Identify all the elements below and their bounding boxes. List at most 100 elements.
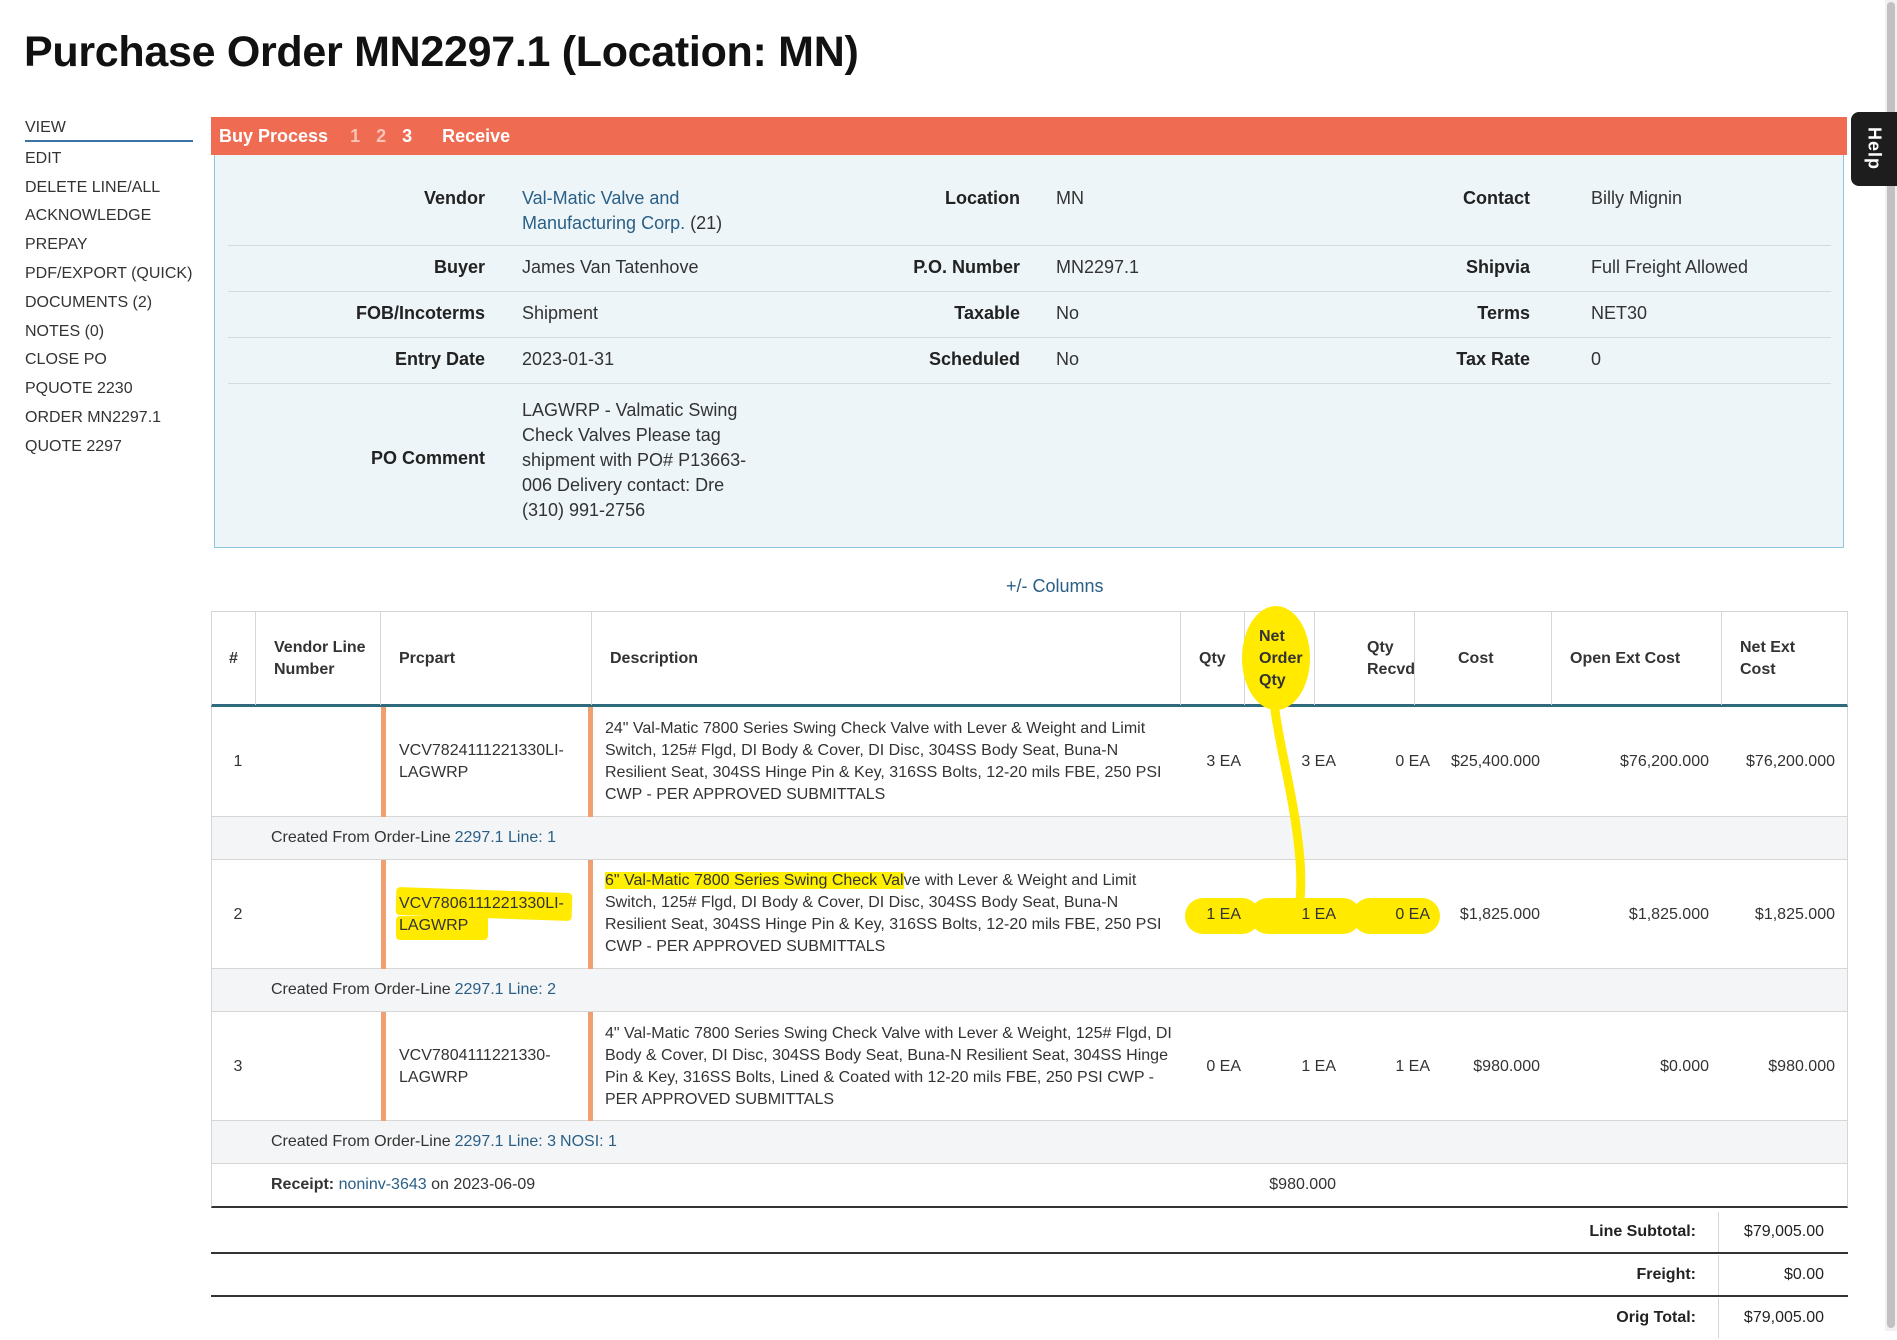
shipvia-label: Shipvia — [1465, 257, 1530, 277]
terms-value: NET30 — [1591, 303, 1648, 323]
sidebar-item-notes[interactable]: NOTES (0) — [25, 320, 193, 349]
open-ext-cost-value: $76,200.000 — [1620, 753, 1709, 770]
shipvia-value: Full Freight Allowed — [1591, 257, 1749, 277]
sidebar-item-quote[interactable]: QUOTE 2297 — [25, 435, 193, 464]
qty-value: 1 EA — [1206, 905, 1241, 923]
created-from-row: Created From Order-Line 2297.1 Line: 2 — [211, 969, 1848, 1012]
created-from-row: Created From Order-Line 2297.1 Line: 3 N… — [211, 1121, 1848, 1164]
taxable-value: No — [1056, 303, 1080, 323]
description-text: 6" Val-Matic 7800 Series Swing Check Val… — [605, 860, 1173, 969]
buy-process-bar: Buy Process 1 2 3 Receive — [211, 117, 1847, 155]
sidebar-item-order[interactable]: ORDER MN2297.1 — [25, 406, 193, 435]
row-status-stripe — [588, 860, 593, 969]
info-row-fob: FOB/Incoterms Shipment Taxable No Terms … — [228, 292, 1831, 338]
receipt-link[interactable]: noninv-3643 — [339, 1174, 427, 1196]
scrollbar-thumb[interactable] — [1887, 2, 1895, 1328]
sidebar-item-delete[interactable]: DELETE LINE/ALL — [25, 176, 193, 205]
order-line-link[interactable]: 2297.1 Line: 1 — [455, 829, 556, 847]
freight-label: Freight: — [1636, 1266, 1696, 1283]
buy-process-step-1[interactable]: 1 — [350, 126, 360, 147]
sidebar-item-prepay[interactable]: PREPAY — [25, 233, 193, 262]
entry-date-label: Entry Date — [394, 349, 485, 369]
col-header-num[interactable]: # — [212, 612, 256, 705]
qty-recvd-value: 0 EA — [1395, 753, 1430, 770]
sidebar-item-pquote[interactable]: PQUOTE 2230 — [25, 377, 193, 406]
created-from-text: Created From Order-Line — [271, 829, 451, 846]
net-order-qty-header-overlay: Net Order Qty — [1259, 628, 1303, 689]
cost-value: $1,825.000 — [1459, 905, 1540, 923]
po-header-panel: Vendor Val-Matic Valve and Manufacturing… — [214, 155, 1844, 548]
order-line-link[interactable]: 2297.1 Line: 3 — [455, 1133, 556, 1151]
nosi-link[interactable]: NOSI: 1 — [560, 1133, 617, 1151]
total-row-orig: Orig Total: $79,005.00 — [211, 1298, 1848, 1340]
created-from-row: Created From Order-Line 2297.1 Line: 1 — [211, 817, 1848, 860]
prcpart-link[interactable]: VCV7804111221330-LAGWRP — [399, 1012, 579, 1121]
fob-value: Shipment — [522, 303, 599, 323]
row-status-stripe — [381, 1012, 386, 1121]
prcpart-link[interactable]: VCV7824111221330LI-LAGWRP — [399, 707, 579, 817]
cost-value: $25,400.000 — [1451, 753, 1540, 770]
contact-label: Contact — [1463, 188, 1530, 208]
table-row: 2 VCV7806111221330LI-LAGWRP 6" Val-Matic… — [211, 860, 1848, 969]
vendor-link[interactable]: Val-Matic Valve and Manufacturing Corp. — [522, 188, 685, 233]
sidebar-item-pdf-export[interactable]: PDF/EXPORT (QUICK) — [25, 262, 193, 291]
info-row-po-comment: PO Comment LAGWRP - Valmatic Swing Check… — [228, 384, 1831, 534]
net-ext-cost-value: $1,825.000 — [1754, 905, 1835, 923]
info-row-vendor: Vendor Val-Matic Valve and Manufacturing… — [228, 155, 1831, 246]
col-header-cost[interactable]: Cost — [1440, 612, 1552, 705]
qty-recvd-value: 0 EA — [1395, 905, 1430, 923]
row-status-stripe — [588, 707, 593, 817]
col-header-description[interactable]: Description — [592, 612, 1181, 705]
info-row-buyer: Buyer James Van Tatenhove P.O. Number MN… — [228, 246, 1831, 292]
fob-label: FOB/Incoterms — [355, 303, 485, 323]
receive-link[interactable]: Receive — [442, 126, 510, 147]
row-num: 3 — [233, 1057, 243, 1075]
sidebar-nav: VIEW EDIT DELETE LINE/ALL ACKNOWLEDGE PR… — [25, 116, 193, 464]
tax-rate-label: Tax Rate — [1456, 349, 1530, 369]
buy-process-step-3[interactable]: 3 — [402, 126, 412, 147]
po-comment-value: LAGWRP - Valmatic Swing Check Valves Ple… — [522, 400, 747, 520]
col-header-open-ext-cost[interactable]: Open Ext Cost — [1552, 612, 1722, 705]
row-num: 1 — [233, 753, 243, 770]
terms-label: Terms — [1477, 303, 1530, 323]
tax-rate-value: 0 — [1591, 349, 1602, 369]
col-header-qty[interactable]: Qty — [1181, 612, 1245, 705]
table-row: 1 VCV7824111221330LI-LAGWRP 24" Val-Mati… — [211, 707, 1848, 817]
description-text: 24" Val-Matic 7800 Series Swing Check Va… — [605, 720, 1162, 803]
total-separator — [1718, 1298, 1719, 1338]
qty-value: 0 EA — [1206, 1057, 1241, 1075]
page-title: Purchase Order MN2297.1 (Location: MN) — [24, 28, 859, 76]
scheduled-value: No — [1056, 349, 1080, 369]
po-number-value: MN2297.1 — [1056, 257, 1140, 277]
columns-toggle-link[interactable]: +/- Columns — [1006, 576, 1104, 597]
total-separator — [1718, 1255, 1719, 1295]
scrollbar[interactable] — [1885, 0, 1897, 1331]
created-from-text: Created From Order-Line — [271, 981, 451, 998]
order-line-link[interactable]: 2297.1 Line: 2 — [455, 981, 556, 999]
sidebar-item-documents[interactable]: DOCUMENTS (2) — [25, 291, 193, 320]
vendor-value: Val-Matic Valve and Manufacturing Corp. … — [522, 186, 752, 236]
orig-total-value: $79,005.00 — [1743, 1309, 1824, 1326]
receipt-row: Receipt: noninv-3643 on 2023-06-09 $980.… — [211, 1164, 1848, 1208]
orig-total-label: Orig Total: — [1616, 1309, 1696, 1326]
col-header-net-ext-cost[interactable]: Net Ext Cost — [1722, 612, 1812, 705]
cost-value: $980.000 — [1473, 1057, 1540, 1075]
table-row: 3 VCV7804111221330-LAGWRP 4" Val-Matic 7… — [211, 1012, 1848, 1121]
receipt-amount: $980.000 — [1269, 1176, 1336, 1193]
table-header: # Vendor Line Number Prcpart Description… — [211, 611, 1848, 707]
total-separator — [1718, 1212, 1719, 1252]
sidebar-item-acknowledge[interactable]: ACKNOWLEDGE — [25, 204, 193, 233]
sidebar-item-view[interactable]: VIEW — [25, 116, 193, 142]
freight-value: $0.00 — [1783, 1266, 1824, 1283]
col-header-prcpart[interactable]: Prcpart — [381, 612, 592, 705]
sidebar-item-close-po[interactable]: CLOSE PO — [25, 348, 193, 377]
row-status-stripe — [381, 860, 386, 969]
help-tab[interactable]: Help — [1851, 112, 1897, 186]
buy-process-step-2[interactable]: 2 — [376, 126, 386, 147]
col-header-vendor-line[interactable]: Vendor Line Number — [256, 612, 381, 705]
info-row-entry-date: Entry Date 2023-01-31 Scheduled No Tax R… — [228, 338, 1831, 384]
created-from-text: Created From Order-Line — [271, 1133, 451, 1150]
line-subtotal-value: $79,005.00 — [1743, 1223, 1824, 1240]
prcpart-link[interactable]: VCV7806111221330LI-LAGWRP — [399, 860, 579, 969]
sidebar-item-edit[interactable]: EDIT — [25, 147, 193, 176]
